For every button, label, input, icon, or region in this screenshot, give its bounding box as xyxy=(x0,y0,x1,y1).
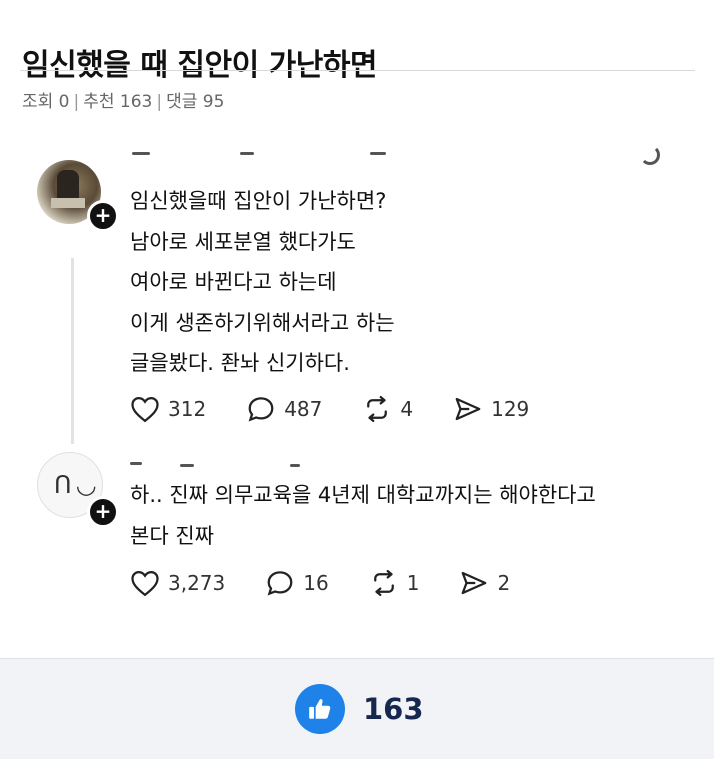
like-count: 3,273 xyxy=(168,571,226,595)
thumbs-up-icon xyxy=(309,699,331,719)
post-line: 남아로 세포분열 했다가도 xyxy=(130,229,356,254)
heart-icon xyxy=(131,570,159,597)
repost-button[interactable]: 1 xyxy=(369,569,420,597)
repost-button[interactable]: 4 xyxy=(362,395,413,423)
post-actions: 312 487 4 129 xyxy=(130,394,569,424)
repost-count: 1 xyxy=(406,571,420,595)
views-count: 조회 0 xyxy=(22,92,70,112)
recommend-button[interactable] xyxy=(295,684,345,734)
comment-icon xyxy=(248,397,274,422)
post-line: 본다 진짜 xyxy=(130,523,214,548)
recommend-bar: 163 xyxy=(0,658,714,759)
post-line: 여아로 바뀐다고 하는데 xyxy=(130,270,337,294)
recommend-count: 추천 163 xyxy=(83,92,153,112)
title-divider xyxy=(20,70,695,71)
send-icon xyxy=(455,397,481,421)
reply-button[interactable]: 16 xyxy=(265,569,329,597)
like-button[interactable]: 3,273 xyxy=(130,569,225,597)
repost-icon xyxy=(367,396,388,422)
follow-plus-icon[interactable]: + xyxy=(87,200,119,232)
post-body: 임신했을때 집안이 가난하면? 남아로 세포분열 했다가도 여아로 바뀐다고 하… xyxy=(130,181,395,384)
follow-plus-icon[interactable]: + xyxy=(87,496,119,528)
comment-icon xyxy=(267,571,293,596)
recommend-count: 163 xyxy=(363,692,424,726)
cropped-text-fragment xyxy=(370,152,386,155)
cropped-text-fragment xyxy=(132,152,150,155)
share-count: 129 xyxy=(491,397,530,421)
comment-count: 댓글 95 xyxy=(166,92,225,112)
meta-separator: | xyxy=(156,92,163,112)
meta-separator: | xyxy=(73,92,80,112)
heart-icon xyxy=(131,396,159,423)
post-line: 글을봤다. 좐놔 신기하다. xyxy=(130,351,350,375)
more-options-icon xyxy=(640,145,660,165)
post-body: 하.. 진짜 의무교육을 4년제 대학교까지는 해야한다고 본다 진짜 xyxy=(130,475,596,556)
cropped-text-fragment xyxy=(240,152,254,155)
cropped-text-fragment xyxy=(180,464,194,467)
post-line: 하.. 진짜 의무교육을 4년제 대학교까지는 해야한다고 xyxy=(130,483,596,507)
repost-icon xyxy=(373,570,394,596)
send-icon xyxy=(462,571,487,595)
page-title: 임신했을 때 집안이 가난하면 xyxy=(22,48,378,84)
share-count: 2 xyxy=(497,571,511,595)
like-count: 312 xyxy=(168,397,207,421)
reply-count: 16 xyxy=(303,571,329,595)
thread-connector-line xyxy=(71,258,74,444)
cropped-text-fragment xyxy=(290,464,300,467)
share-button[interactable]: 2 xyxy=(459,569,510,597)
repost-count: 4 xyxy=(400,397,414,421)
reply-button[interactable]: 487 xyxy=(246,395,322,423)
embedded-screenshot: + 임신했을때 집안이 가난하면? 남아로 세포분열 했다가도 여아로 바뀐다고… xyxy=(0,140,714,658)
post-line: 이게 생존하기위해서라고 하는 xyxy=(130,310,395,335)
cropped-text-fragment xyxy=(130,462,142,465)
post-actions: 3,273 16 1 2 xyxy=(130,568,550,598)
reply-count: 487 xyxy=(284,397,323,421)
post-line: 임신했을때 집안이 가난하면? xyxy=(130,189,387,213)
avatar-sketch-icon: ᑎ◡ xyxy=(54,471,101,499)
like-button[interactable]: 312 xyxy=(130,395,206,423)
post-meta: 조회 0 | 추천 163 | 댓글 95 xyxy=(22,87,224,112)
share-button[interactable]: 129 xyxy=(453,395,529,423)
